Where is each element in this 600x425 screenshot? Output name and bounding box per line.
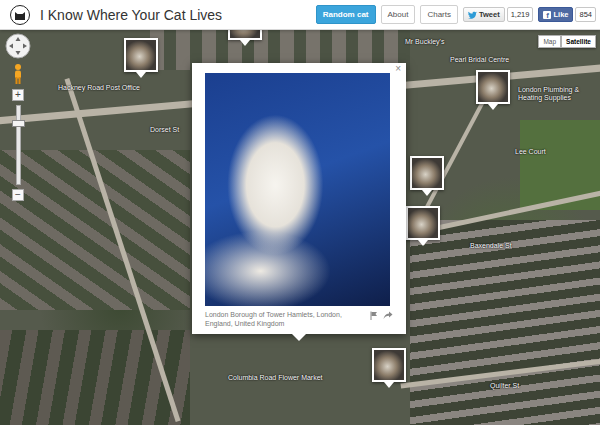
header-actions: Random cat AboutCharts Tweet1,219 fLike854 (316, 5, 596, 24)
social-button[interactable]: fLike854 (538, 7, 596, 22)
social-button[interactable]: Tweet1,219 (463, 7, 533, 22)
pan-control-icon[interactable] (5, 33, 31, 59)
facebook-icon: f (543, 11, 551, 19)
pin-pointer (422, 190, 432, 196)
map-label: London Plumbing & Heating Supplies (518, 86, 594, 102)
map-type-button[interactable]: Satellite (561, 35, 596, 48)
cat-photo (205, 73, 390, 306)
cat-logo-icon (10, 5, 30, 25)
social-label[interactable]: Tweet (463, 7, 505, 22)
cat-pin[interactable] (476, 70, 510, 110)
cat-thumbnail (406, 206, 440, 240)
cat-pin[interactable] (410, 156, 444, 196)
building-block (410, 220, 600, 425)
flag-icon[interactable] (370, 311, 378, 320)
cat-thumbnail (410, 156, 444, 190)
location-caption: London Borough of Tower Hamlets, London,… (205, 310, 364, 328)
map-label: Columbia Road Flower Market (228, 374, 323, 382)
nav-button[interactable]: Random cat (316, 5, 376, 24)
pin-pointer (488, 104, 498, 110)
cat-pin[interactable] (228, 30, 262, 46)
map-controls: +− (5, 33, 31, 201)
popup-pointer (292, 334, 306, 341)
popup-footer: London Borough of Tower Hamlets, London,… (205, 310, 393, 328)
zoom-slider[interactable] (16, 105, 21, 185)
cat-thumbnail (124, 38, 158, 72)
cat-pin[interactable] (124, 38, 158, 78)
map-label: Dorset St (150, 126, 179, 134)
pin-pointer (384, 382, 394, 388)
cat-pin[interactable] (406, 206, 440, 246)
pin-pointer (418, 240, 428, 246)
map-label: Mr Buckley's (405, 38, 444, 46)
map-label: Pearl Bridal Centre (450, 56, 509, 64)
site-title: I Know Where Your Cat Lives (40, 7, 222, 23)
map-label: Baxendale St (470, 242, 512, 250)
zoom-out-button[interactable]: − (12, 189, 24, 201)
social-count: 854 (575, 7, 596, 22)
map-label: Quilter St (490, 382, 519, 390)
top-bar: I Know Where Your Cat Lives Random cat Abo… (0, 0, 600, 30)
zoom-slider-thumb[interactable] (12, 120, 25, 127)
cat-thumbnail (228, 30, 262, 40)
pin-pointer (136, 72, 146, 78)
zoom-in-button[interactable]: + (12, 89, 24, 101)
satellite-map[interactable]: Hackney Road Post Office Dorset St Mr Buck… (0, 30, 600, 425)
share-icon[interactable] (383, 311, 393, 320)
cat-popup: × London Borough of Tower Hamlets, London… (192, 63, 406, 334)
cat-pin[interactable] (372, 348, 406, 388)
popup-actions (370, 310, 393, 320)
close-button[interactable]: × (392, 63, 404, 74)
social-count: 1,219 (507, 7, 534, 22)
nav-button[interactable]: Charts (420, 5, 458, 24)
cat-thumbnail (372, 348, 406, 382)
social-label[interactable]: fLike (538, 7, 573, 22)
pin-pointer (240, 40, 250, 46)
map-type-switch: MapSatellite (538, 35, 596, 48)
map-type-button[interactable]: Map (538, 35, 561, 48)
cat-thumbnail (476, 70, 510, 104)
map-label: Lee Court (515, 148, 546, 156)
brand[interactable]: I Know Where Your Cat Lives (10, 5, 222, 25)
bird-icon (468, 11, 477, 19)
nav-button[interactable]: About (381, 5, 416, 24)
pegman-icon[interactable] (12, 63, 24, 85)
page: I Know Where Your Cat Lives Random cat Abo… (0, 0, 600, 425)
map-label: Hackney Road Post Office (58, 84, 140, 92)
